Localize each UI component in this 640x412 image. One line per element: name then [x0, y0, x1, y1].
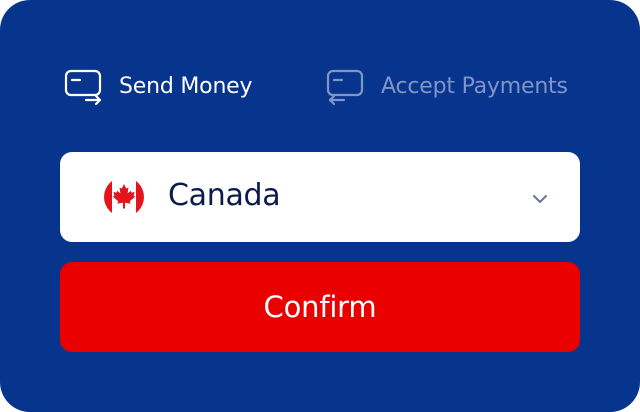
- tab-bar: Send Money Accept Payments: [64, 64, 580, 108]
- tab-send-money-label: Send Money: [119, 73, 253, 99]
- chevron-down-icon: [532, 190, 548, 203]
- canada-flag-icon: [100, 177, 148, 217]
- card-receive-icon: [326, 66, 366, 106]
- tab-accept-payments-label: Accept Payments: [381, 73, 568, 99]
- tab-send-money[interactable]: Send Money: [64, 64, 253, 108]
- tab-accept-payments[interactable]: Accept Payments: [326, 64, 568, 108]
- confirm-button[interactable]: Confirm: [60, 262, 580, 352]
- country-select[interactable]: Canada: [60, 152, 580, 242]
- card-send-icon: [64, 66, 104, 106]
- country-select-value: Canada: [168, 178, 281, 213]
- transfer-card: Send Money Accept Payments Canada Confir…: [0, 0, 640, 412]
